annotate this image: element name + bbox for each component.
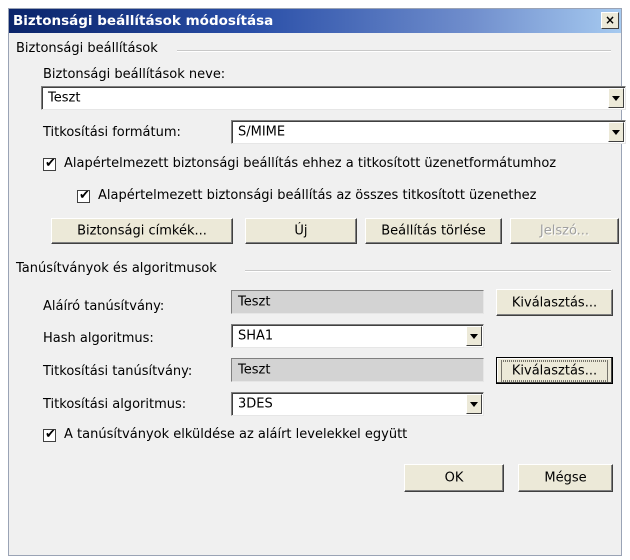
default-format-label[interactable]: Alapértelmezett biztonsági beállítás ehh… [64, 156, 556, 171]
dialog-title: Biztonsági beállítások módosítása [13, 13, 274, 29]
settings-name-label: Biztonsági beállítások neve: [43, 67, 226, 82]
section-divider [177, 50, 611, 52]
signing-cert-value: Teszt [238, 294, 271, 310]
title-bar[interactable]: Biztonsági beállítások módosítása × [9, 9, 621, 33]
hash-algorithm-combo[interactable]: SHA1 [231, 324, 484, 348]
default-all-checkbox[interactable]: ✔ [77, 188, 90, 203]
signing-cert-field: Teszt [231, 290, 484, 314]
chevron-down-icon[interactable] [466, 326, 482, 346]
security-labels-button[interactable]: Biztonsági címkék... [51, 218, 233, 244]
security-settings-section-label: Biztonsági beállítások [16, 41, 158, 56]
check-icon: ✔ [45, 427, 56, 442]
close-icon: × [604, 13, 616, 27]
send-certs-checkbox[interactable]: ✔ [43, 427, 56, 442]
check-icon: ✔ [79, 188, 90, 203]
check-icon: ✔ [45, 156, 56, 171]
new-button[interactable]: Új [245, 218, 357, 244]
choose-signing-cert-button[interactable]: Kiválasztás... [496, 289, 613, 316]
close-button[interactable]: × [601, 12, 619, 29]
cancel-button[interactable]: Mégse [518, 464, 613, 492]
encryption-format-label: Titkosítási formátum: [43, 125, 181, 140]
security-settings-dialog: Biztonsági beállítások módosítása × Bizt… [8, 8, 626, 556]
certs-section-label: Tanúsítványok és algoritmusok [16, 261, 217, 276]
chevron-down-icon[interactable] [466, 394, 482, 414]
section-divider [245, 270, 611, 272]
password-button[interactable]: Jelszó... [510, 218, 619, 244]
settings-name-value: Teszt [48, 90, 81, 106]
encryption-algorithm-value: 3DES [238, 396, 273, 412]
hash-algorithm-value: SHA1 [238, 328, 274, 344]
encryption-algorithm-label: Titkosítási algoritmus: [43, 397, 187, 412]
encryption-cert-value: Teszt [238, 362, 271, 378]
choose-encryption-cert-button[interactable]: Kiválasztás... [496, 357, 613, 384]
ok-button[interactable]: OK [404, 464, 504, 492]
signing-cert-label: Aláíró tanúsítvány: [43, 299, 165, 314]
chevron-down-icon[interactable] [608, 122, 624, 142]
encryption-format-value: S/MIME [238, 124, 286, 140]
settings-name-combo[interactable]: Teszt [41, 86, 626, 110]
encryption-format-combo[interactable]: S/MIME [231, 120, 626, 144]
encryption-cert-field: Teszt [231, 358, 484, 382]
send-certs-label[interactable]: A tanúsítványok elküldése az aláírt leve… [64, 427, 407, 442]
default-all-label[interactable]: Alapértelmezett biztonsági beállítás az … [98, 188, 537, 203]
delete-setting-button[interactable]: Beállítás törlése [365, 218, 502, 244]
chevron-down-icon[interactable] [608, 88, 624, 108]
encryption-cert-label: Titkosítási tanúsítvány: [43, 364, 193, 379]
hash-algorithm-label: Hash algoritmus: [43, 331, 154, 346]
default-format-checkbox[interactable]: ✔ [43, 156, 56, 171]
encryption-algorithm-combo[interactable]: 3DES [231, 392, 484, 416]
